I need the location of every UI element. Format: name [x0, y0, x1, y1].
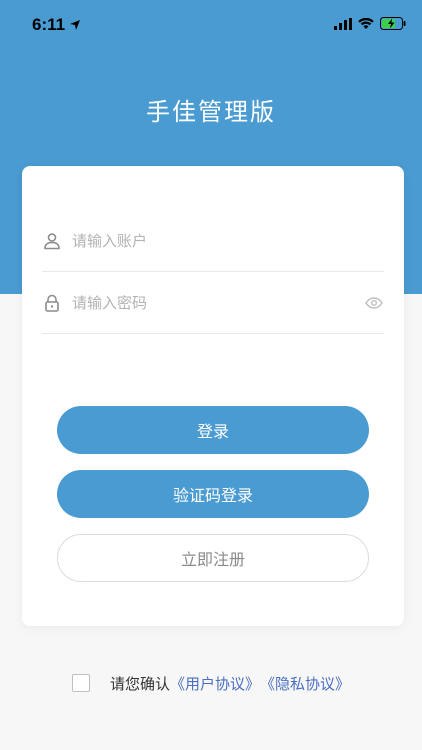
wifi-icon [358, 17, 374, 29]
login-card: 登录 验证码登录 立即注册 [22, 166, 404, 626]
status-time-text: 6:11 [32, 15, 66, 34]
password-input[interactable] [72, 287, 364, 318]
user-agreement-link[interactable]: 《用户协议》 [170, 673, 260, 694]
password-field[interactable] [42, 272, 384, 334]
status-bar: 6:11 [0, 0, 422, 50]
register-button[interactable]: 立即注册 [57, 534, 369, 582]
status-icons [334, 17, 406, 30]
battery-charging-icon [380, 17, 406, 30]
user-icon [42, 231, 62, 251]
app-title: 手佳管理版 [146, 98, 276, 126]
location-arrow-icon [70, 20, 81, 30]
agreement-prefix: 请您确认 [109, 674, 170, 693]
sms-login-button-label: 验证码登录 [172, 486, 253, 505]
account-input[interactable] [72, 225, 384, 256]
lock-icon [42, 293, 62, 313]
sms-login-button[interactable]: 验证码登录 [57, 470, 369, 518]
register-button-label: 立即注册 [180, 550, 245, 569]
privacy-policy-link[interactable]: 《隐私协议》 [260, 673, 350, 694]
eye-icon[interactable] [364, 293, 384, 313]
login-button[interactable]: 登录 [57, 406, 369, 454]
agreement-row: 请您确认 《用户协议》 《隐私协议》 [0, 672, 422, 694]
login-button-label: 登录 [196, 422, 229, 441]
login-screen: 6:11 手佳管理版 请输入账户 登录 验证码登录 立即注册 请您确认 《用户协… [0, 0, 422, 750]
status-time: 6:11 [32, 15, 81, 35]
cellular-signal-icon [334, 17, 352, 30]
agreement-checkbox[interactable] [71, 674, 90, 692]
account-field[interactable] [42, 210, 384, 272]
